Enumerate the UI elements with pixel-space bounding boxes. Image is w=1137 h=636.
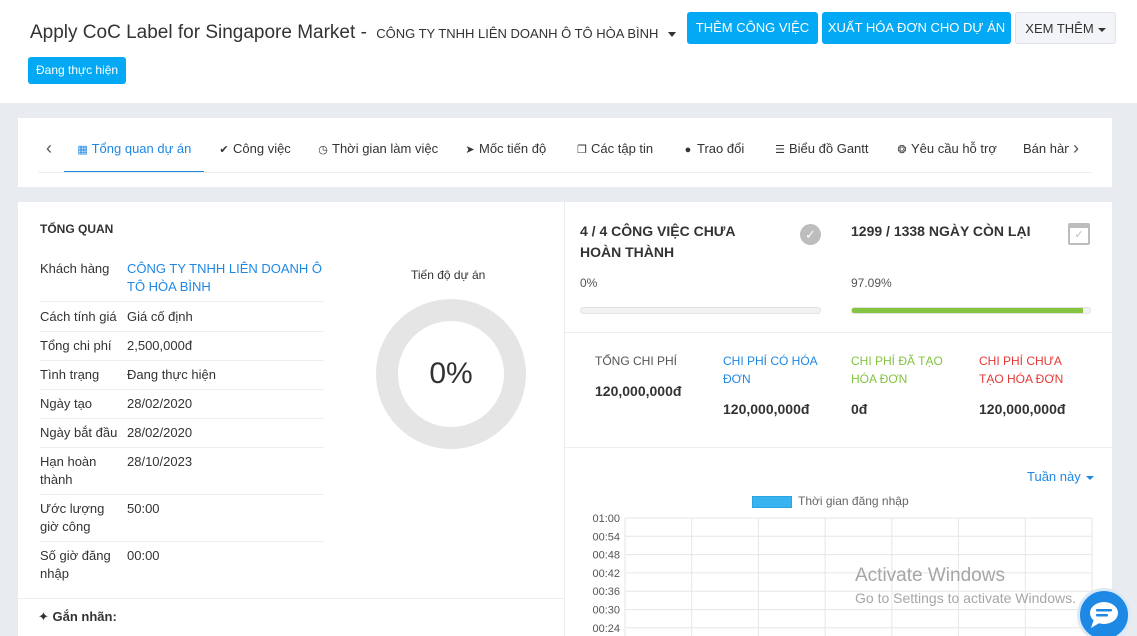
status-button[interactable]: Đang thực hiện [28, 57, 127, 84]
tasks-percent: 0% [580, 276, 598, 290]
divider [565, 447, 1112, 448]
page-title: Apply CoC Label for Singapore Market - C… [30, 22, 677, 44]
add-task-button[interactable]: THÊM CÔNG VIỆC [687, 12, 818, 44]
info-row-start-date: Ngày bắt đầu 28/02/2020 [40, 424, 324, 448]
y-tick-label: 00:24 [592, 623, 620, 635]
legend-label: Thời gian đăng nhập [798, 494, 909, 508]
check-circle-icon: ✓ [800, 224, 821, 245]
info-row-created-date: Ngày tạo 28/02/2020 [40, 395, 324, 419]
calendar-check-icon: ✓ [1068, 223, 1090, 245]
windows-watermark-title: Activate Windows [855, 565, 1005, 586]
y-tick-label: 00:30 [592, 605, 620, 617]
days-progress-bar [851, 307, 1091, 314]
customer-link[interactable]: CÔNG TY TNHH LIÊN DOANH Ô TÔ HÒA BÌNH [127, 260, 323, 296]
week-filter-dropdown[interactable]: Tuần này [1027, 469, 1094, 484]
billable-cost-value: 120,000,000đ [723, 401, 810, 417]
info-row-billing-type: Cách tính giá Giá cố định [40, 308, 324, 332]
invoice-project-button[interactable]: XUẤT HÓA ĐƠN CHO DỰ ÁN [822, 12, 1011, 44]
company-dropdown[interactable]: CÔNG TY TNHH LIÊN DOANH Ô TÔ HÒA BÌNH [376, 26, 677, 41]
tab-tasks[interactable]: ✔ Công việc [218, 118, 290, 173]
billed-cost-label: CHI PHÍ ĐÃ TẠO HÓA ĐƠN [851, 354, 943, 386]
days-remaining-title: 1299 / 1338 NGÀY CÒN LẠI [851, 223, 1031, 239]
logged-time-chart: 01:00 00:54 00:48 00:42 00:36 00:30 00:24 [592, 513, 1093, 636]
title-separator: - [360, 22, 367, 43]
top-header: Apply CoC Label for Singapore Market - C… [0, 0, 1137, 103]
chevron-left-icon[interactable]: ‹ [46, 138, 52, 159]
chevron-right-icon[interactable]: › [1073, 138, 1079, 159]
billed-cost-value: 0đ [851, 401, 868, 417]
tasks-progress-bar [580, 307, 821, 314]
days-percent: 97.09% [851, 276, 892, 290]
more-button[interactable]: XEM THÊM [1015, 12, 1116, 44]
chat-bubble-icon [1090, 602, 1118, 628]
info-row-customer: Khách hàng CÔNG TY TNHH LIÊN DOANH Ô TÔ … [40, 260, 324, 302]
project-title: Apply CoC Label for Singapore Market [30, 22, 356, 43]
billable-cost-label: CHI PHÍ CÓ HÓA ĐƠN [723, 354, 818, 386]
tab-overview[interactable]: ▦ Tổng quan dự án [64, 118, 204, 173]
tabs-panel: ‹ ▦ Tổng quan dự án ✔ Công việc ◷ Thời gian… [18, 118, 1112, 187]
stats-panel: 4 / 4 CÔNG VIỆC CHƯA HOÀN THÀNH ✓ 0% 129… [565, 202, 1112, 636]
y-tick-label: 00:36 [592, 586, 620, 598]
tab-milestones[interactable]: ➤ Mốc tiến độ [464, 118, 546, 173]
chart-y-axis: 01:00 00:54 00:48 00:42 00:36 00:30 00:24 [592, 513, 620, 635]
company-name: CÔNG TY TNHH LIÊN DOANH Ô TÔ HÒA BÌNH [376, 26, 659, 41]
progress-title: Tiến độ dự án [411, 268, 486, 282]
unbilled-cost-value: 120,000,000đ [979, 401, 1066, 417]
legend-swatch[interactable] [752, 496, 792, 508]
total-cost-label: TỔNG CHI PHÍ [595, 354, 678, 368]
divider [18, 598, 564, 599]
chat-button[interactable] [1077, 588, 1131, 636]
overview-panel: TỔNG QUAN Khách hàng CÔNG TY TNHH LIÊN D… [18, 202, 564, 636]
info-row-logged-hours: Số giờ đăng nhập 00:00 [40, 548, 160, 581]
tab-files[interactable]: ❐ Các tập tin [576, 118, 653, 173]
tag-icon: ✦ [38, 609, 49, 624]
total-cost-value: 120,000,000đ [595, 383, 682, 399]
y-tick-label: 00:54 [592, 531, 620, 543]
tags-label: ✦ Gắn nhãn: [38, 609, 117, 624]
info-row-total-cost: Tổng chi phí 2,500,000đ [40, 337, 324, 361]
y-tick-label: 00:48 [592, 550, 620, 562]
tab-gantt[interactable]: ☰ Biểu đồ Gantt [774, 118, 868, 173]
y-tick-label: 01:00 [592, 513, 620, 525]
info-row-estimated-hours: Ước lượng giờ công 50:00 [40, 500, 324, 542]
info-row-deadline: Hạn hoàn thành 28/10/2023 [40, 453, 324, 495]
divider [565, 332, 1112, 333]
overview-title: TỔNG QUAN [40, 222, 114, 236]
y-tick-label: 00:42 [592, 568, 620, 580]
tasks-remaining-title: 4 / 4 CÔNG VIỆC CHƯA HOÀN THÀNH [580, 223, 736, 260]
tabs-divider [38, 172, 1092, 173]
more-label: XEM THÊM [1025, 21, 1094, 36]
progress-value: 0% [429, 357, 473, 390]
windows-watermark-subtitle: Go to Settings to activate Windows. [855, 590, 1076, 606]
days-progress-fill [852, 308, 1084, 313]
caret-down-icon [668, 32, 677, 38]
tab-discussions[interactable]: ● Trao đổi [682, 118, 745, 173]
tab-timesheets[interactable]: ◷ Thời gian làm việc [317, 118, 438, 173]
info-row-status: Tình trạng Đang thực hiện [40, 366, 324, 390]
caret-down-icon [1085, 475, 1094, 480]
tab-sales[interactable]: Bán hàng [1023, 118, 1069, 173]
tab-tickets[interactable]: ❂ Yêu cầu hỗ trợ [896, 118, 996, 173]
caret-down-icon [1097, 27, 1106, 32]
unbilled-cost-label: CHI PHÍ CHƯA TẠO HÓA ĐƠN [979, 354, 1064, 386]
